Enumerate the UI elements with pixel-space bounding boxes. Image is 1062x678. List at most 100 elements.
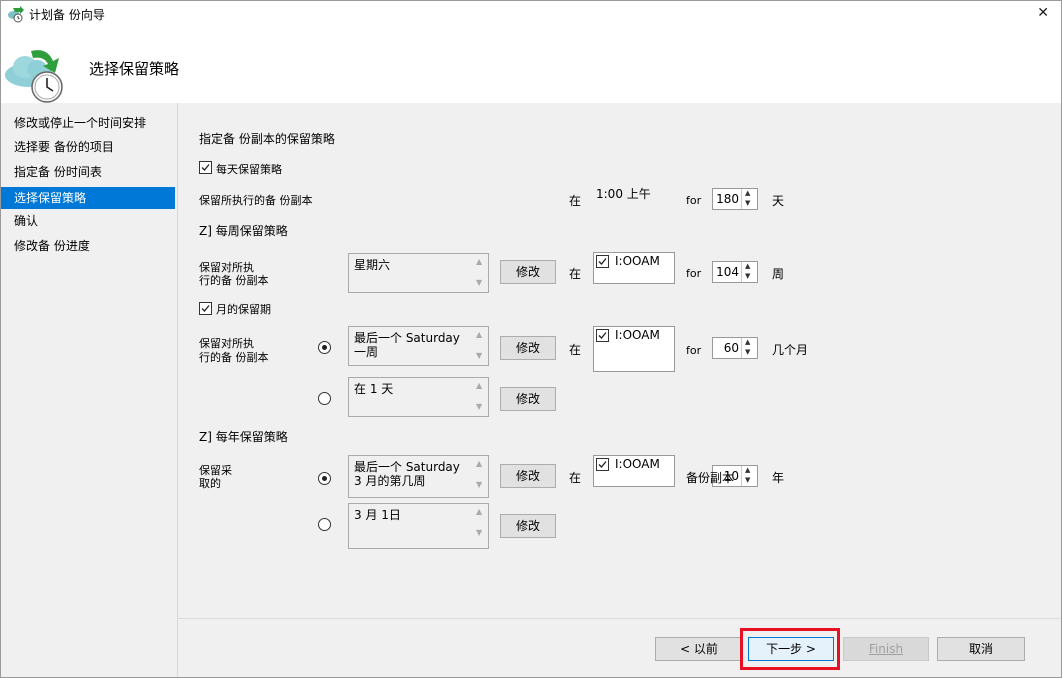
backup-app-icon bbox=[8, 6, 24, 23]
scroll-up-icon[interactable]: ▲ bbox=[476, 459, 482, 468]
weekly-duration-value: 104 bbox=[716, 265, 739, 279]
weekly-days-list[interactable]: 星期六 ▲ ▼ bbox=[348, 253, 489, 293]
yearly-option1-line2: 3 月的第几周 bbox=[354, 474, 426, 488]
scroll-down-icon[interactable]: ▼ bbox=[476, 351, 482, 360]
monthly-duration-value: 60 bbox=[723, 341, 739, 355]
monthly-option2-modify-button[interactable]: 修改 bbox=[500, 387, 556, 411]
monthly-retention-checkbox[interactable] bbox=[199, 302, 212, 315]
radio-selected-dot bbox=[322, 345, 327, 350]
yearly-option1-modify-button[interactable]: 修改 bbox=[500, 464, 556, 488]
daily-retention-checkbox[interactable] bbox=[199, 161, 212, 174]
retention-panel: 指定备 份副本的保留策略 每天保留策略 保留所执行的备 份副本 在 1:00 上… bbox=[178, 103, 1061, 618]
spin-up-icon[interactable]: ▲ bbox=[745, 338, 750, 346]
scroll-up-icon[interactable]: ▲ bbox=[476, 507, 482, 516]
sidebar-item-confirm[interactable]: 确认 bbox=[1, 210, 175, 232]
daily-retention-label: 每天保留策略 bbox=[216, 163, 282, 176]
scroll-up-icon[interactable]: ▲ bbox=[476, 257, 482, 266]
scroll-down-icon[interactable]: ▼ bbox=[476, 528, 482, 537]
yearly-option2-scrollbar[interactable]: ▲ ▼ bbox=[472, 504, 488, 542]
monthly-retention-label: 月的保留期 bbox=[216, 303, 271, 316]
scheduled-backup-icon bbox=[5, 50, 63, 103]
radio-selected-dot bbox=[322, 476, 327, 481]
yearly-unit: 年 bbox=[772, 471, 785, 485]
daily-unit: 天 bbox=[772, 194, 785, 208]
sidebar-item-modify-progress[interactable]: 修改备 份进度 bbox=[1, 235, 175, 257]
weekly-time-value: I:OOAM bbox=[615, 254, 660, 268]
spin-up-icon[interactable]: ▲ bbox=[745, 466, 750, 474]
title-bar: 计划备 份向导 ✕ bbox=[1, 1, 1061, 27]
scroll-down-icon[interactable]: ▼ bbox=[476, 402, 482, 411]
sidebar-item-retention-policy[interactable]: 选择保留策略 bbox=[1, 187, 175, 209]
scroll-up-icon[interactable]: ▲ bbox=[476, 381, 482, 390]
monthly-option1-modify-button[interactable]: 修改 bbox=[500, 336, 556, 360]
monthly-option1-line1: 最后一个 Saturday bbox=[354, 331, 460, 345]
scroll-down-icon[interactable]: ▼ bbox=[476, 278, 482, 287]
spin-up-icon[interactable]: ▲ bbox=[745, 189, 750, 197]
monthly-option2-list[interactable]: 在 1 天 ▲ ▼ bbox=[348, 377, 489, 417]
monthly-time-checkbox[interactable] bbox=[596, 329, 609, 342]
weekly-spin-arrows[interactable]: ▲ ▼ bbox=[741, 262, 757, 282]
monthly-row-label-2: 行的备 份副本 bbox=[199, 351, 269, 364]
daily-for-label: for bbox=[686, 194, 702, 207]
spin-down-icon[interactable]: ▼ bbox=[745, 272, 750, 280]
weekly-time-checkbox[interactable] bbox=[596, 255, 609, 268]
yearly-row-label-2: 取的 bbox=[199, 477, 221, 490]
close-icon[interactable]: ✕ bbox=[1037, 5, 1049, 21]
next-button-highlight bbox=[740, 628, 840, 670]
monthly-option2-scrollbar[interactable]: ▲ ▼ bbox=[472, 378, 488, 416]
sidebar-item-select-items[interactable]: 选择要 备份的项目 bbox=[1, 136, 175, 158]
monthly-option2-radio[interactable] bbox=[318, 392, 331, 405]
monthly-spin-arrows[interactable]: ▲ ▼ bbox=[741, 338, 757, 358]
yearly-option2-radio[interactable] bbox=[318, 518, 331, 531]
back-button[interactable]: < 以前 bbox=[655, 637, 743, 661]
sidebar-item-modify-schedule[interactable]: 修改或停止一个时间安排 bbox=[1, 112, 175, 134]
page-title: 选择保留策略 bbox=[89, 60, 180, 78]
monthly-option1-list[interactable]: 最后一个 Saturday 一周 ▲ ▼ bbox=[348, 326, 489, 366]
daily-row-label: 保留所执行的备 份副本 bbox=[199, 194, 313, 207]
scroll-up-icon[interactable]: ▲ bbox=[476, 330, 482, 339]
daily-time: 1:00 上午 bbox=[596, 187, 651, 201]
weekly-at-label: 在 bbox=[569, 267, 582, 281]
daily-spin-arrows[interactable]: ▲ ▼ bbox=[741, 189, 757, 209]
yearly-option2-modify-button[interactable]: 修改 bbox=[500, 514, 556, 538]
yearly-time-checkbox[interactable] bbox=[596, 458, 609, 471]
yearly-option1-list[interactable]: 最后一个 Saturday 3 月的第几周 ▲ ▼ bbox=[348, 455, 489, 498]
weekly-days-value: 星期六 bbox=[354, 258, 391, 272]
weekly-row-label-2: 行的备 份副本 bbox=[199, 274, 269, 287]
weekly-unit: 周 bbox=[772, 267, 785, 281]
monthly-option1-line2: 一周 bbox=[354, 345, 379, 359]
monthly-time-field[interactable]: I:OOAM bbox=[593, 326, 675, 372]
window-title: 计划备 份向导 bbox=[29, 8, 105, 22]
daily-duration-value: 180 bbox=[716, 192, 739, 206]
spin-up-icon[interactable]: ▲ bbox=[745, 262, 750, 270]
daily-duration-stepper[interactable]: 180 ▲ ▼ bbox=[712, 188, 758, 210]
monthly-time-value: I:OOAM bbox=[615, 328, 660, 342]
sidebar-item-specify-schedule[interactable]: 指定备 份时间表 bbox=[1, 161, 175, 183]
yearly-spin-arrows[interactable]: ▲ ▼ bbox=[741, 466, 757, 486]
spin-down-icon[interactable]: ▼ bbox=[745, 348, 750, 356]
spin-down-icon[interactable]: ▼ bbox=[745, 476, 750, 484]
yearly-option1-scrollbar[interactable]: ▲ ▼ bbox=[472, 456, 488, 494]
wizard-header: 选择保留策略 bbox=[1, 27, 1061, 103]
cancel-button[interactable]: 取消 bbox=[937, 637, 1025, 661]
spin-down-icon[interactable]: ▼ bbox=[745, 199, 750, 207]
scroll-down-icon[interactable]: ▼ bbox=[476, 480, 482, 489]
yearly-option1-radio[interactable] bbox=[318, 472, 331, 485]
monthly-option1-scrollbar[interactable]: ▲ ▼ bbox=[472, 327, 488, 365]
yearly-backup-copies-label: 备份副本 bbox=[686, 471, 735, 485]
yearly-at-label: 在 bbox=[569, 471, 582, 485]
weekly-time-field[interactable]: I:OOAM bbox=[593, 252, 675, 284]
yearly-time-field[interactable]: I:OOAM bbox=[593, 455, 675, 487]
weekly-duration-stepper[interactable]: 104 ▲ ▼ bbox=[712, 261, 758, 283]
monthly-option2-line1: 在 1 天 bbox=[354, 382, 394, 396]
daily-at-label: 在 bbox=[569, 194, 582, 208]
weekly-modify-button[interactable]: 修改 bbox=[500, 260, 556, 284]
yearly-option2-list[interactable]: 3 月 1日 ▲ ▼ bbox=[348, 503, 489, 549]
yearly-time-value: I:OOAM bbox=[615, 457, 660, 471]
weekly-section-title: Z] 每周保留策略 bbox=[199, 224, 288, 238]
weekly-list-scrollbar[interactable]: ▲ ▼ bbox=[472, 254, 488, 292]
finish-button[interactable]: Finish bbox=[843, 637, 929, 661]
section-title: 指定备 份副本的保留策略 bbox=[199, 132, 335, 146]
monthly-duration-stepper[interactable]: 60 ▲ ▼ bbox=[712, 337, 758, 359]
monthly-option1-radio[interactable] bbox=[318, 341, 331, 354]
